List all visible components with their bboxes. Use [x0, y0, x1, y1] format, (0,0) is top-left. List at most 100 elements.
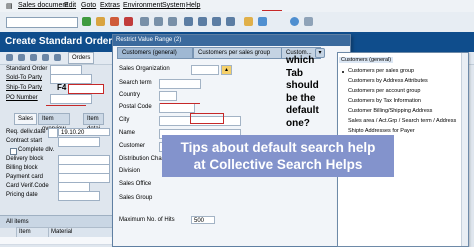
division-label: Division — [119, 168, 141, 174]
country-label: Country — [119, 92, 141, 98]
first-page-icon[interactable] — [184, 17, 193, 26]
req-deliv-date-field[interactable]: 19.10.20 — [58, 128, 110, 136]
tab-customers-general[interactable]: Customers (general) — [117, 47, 193, 59]
customer-label: Customer — [119, 143, 146, 149]
help-icon[interactable] — [290, 17, 299, 26]
orders-button[interactable]: Orders — [68, 52, 95, 64]
print-icon[interactable] — [140, 17, 149, 26]
menu-edit[interactable]: Edit — [64, 2, 76, 9]
search-term-label: Search term — [119, 80, 152, 86]
tab-item-detail[interactable]: Item detai — [83, 113, 105, 132]
banner-line-1: Tips about default search help — [180, 140, 376, 155]
sold-to-party-label: Sold-To Party — [6, 75, 43, 81]
tab-sales-label: Sales — [18, 116, 34, 122]
cancel-icon[interactable] — [124, 17, 133, 26]
multiple-selection-icon[interactable]: ▴ — [221, 65, 232, 75]
list-item[interactable]: Customers per account group — [348, 88, 420, 94]
save-icon[interactable] — [96, 17, 105, 26]
command-field[interactable] — [6, 17, 78, 28]
list-item[interactable]: Customers by Address Attributes — [348, 78, 428, 84]
postal-code-field[interactable] — [159, 103, 195, 113]
list-item[interactable]: Customers per sales group — [348, 68, 414, 74]
tips-banner: Tips about default search help at Collec… — [162, 135, 394, 177]
menu-environment[interactable]: Environment — [123, 2, 162, 9]
enter-icon[interactable] — [82, 17, 91, 26]
find-next-icon[interactable] — [168, 17, 177, 26]
sap-menu-icon[interactable]: ▤ — [6, 2, 13, 10]
question-line: one? — [286, 117, 310, 129]
question-line: should — [286, 80, 319, 91]
list-item[interactable]: Customers by Tax Information — [348, 98, 421, 104]
sales-office-label: Sales Office — [119, 181, 152, 187]
list-scrollbar[interactable] — [461, 53, 468, 246]
all-items-title: All items — [6, 219, 29, 225]
ship-to-party-field[interactable] — [68, 84, 104, 94]
complete-dlv-label: Complete dlv. — [18, 147, 55, 153]
overview-icon[interactable] — [6, 54, 13, 61]
create-session-icon[interactable] — [244, 17, 253, 26]
schedule-icon[interactable] — [42, 54, 49, 61]
max-hits-value: 500 — [194, 218, 205, 224]
orders-button-label: Orders — [72, 55, 91, 61]
menu-sales-document[interactable]: Sales document — [18, 2, 68, 9]
contract-start-label: Contract start — [6, 138, 43, 144]
standard-order-label: Standard Order — [6, 66, 48, 72]
banner-line-2: at Collective Search Helps — [193, 157, 363, 172]
search-term-field[interactable] — [159, 79, 201, 89]
shortcut-icon[interactable] — [258, 17, 267, 26]
pricing-date-label: Pricing date — [6, 192, 38, 198]
annotation-question: which Tab should be the default one? — [286, 55, 336, 130]
find-icon[interactable] — [154, 17, 163, 26]
header-icon[interactable] — [18, 54, 25, 61]
next-page-icon[interactable] — [212, 17, 221, 26]
pricing-date-field[interactable] — [58, 191, 100, 201]
delivery-block-label: Delivery block — [6, 156, 44, 162]
name-label: Name — [119, 130, 136, 136]
po-number-label: PO Number — [6, 95, 38, 101]
col-material-label: Material — [51, 229, 73, 235]
sales-org-field[interactable] — [191, 65, 219, 75]
city-label: City — [119, 117, 130, 123]
red-mark-toolbar — [262, 10, 282, 11]
complete-dlv-checkbox[interactable] — [10, 148, 17, 155]
sales-org-label: Sales Organization — [119, 66, 170, 72]
list-item[interactable]: Customer Billing/Shipping Address — [348, 108, 432, 114]
question-line: which — [286, 55, 315, 66]
selected-bullet — [342, 71, 344, 73]
max-hits-field[interactable]: 500 — [191, 216, 215, 224]
list-item[interactable]: Shipto Addresses for Payer — [348, 128, 415, 134]
tab-item-overview[interactable]: Item overview — [38, 113, 70, 132]
date-type-field[interactable] — [48, 128, 58, 138]
question-line: default — [286, 105, 319, 116]
back-icon[interactable] — [110, 17, 119, 26]
menu-extras[interactable]: Extras — [100, 2, 120, 9]
tab-sales[interactable]: Sales — [14, 113, 38, 125]
previous-page-icon[interactable] — [198, 17, 207, 26]
country-field[interactable] — [159, 91, 177, 101]
red-box-customer — [190, 113, 224, 124]
tab-customers-per-sales-group-label: Customers per sales group — [198, 50, 271, 56]
tab-customers-per-sales-group[interactable]: Customers per sales group — [193, 47, 285, 59]
menu-help[interactable]: Help — [186, 2, 200, 9]
table-row[interactable] — [0, 237, 130, 245]
last-page-icon[interactable] — [226, 17, 235, 26]
max-hits-label: Maximum No. of Hits — [119, 217, 175, 223]
doc-flow-icon[interactable] — [54, 54, 61, 61]
red-underline-city — [160, 103, 200, 104]
contract-start-field[interactable] — [58, 137, 100, 147]
list-item[interactable]: Customers (general) — [339, 57, 394, 63]
req-deliv-date-label: Req. deliv.date — [6, 129, 46, 135]
req-deliv-date-value: 19.10.20 — [61, 130, 85, 136]
menu-goto[interactable]: Goto — [81, 2, 96, 9]
dialog-title: Restrict Value Range (2) — [116, 37, 182, 43]
menu-system[interactable]: System — [162, 2, 185, 9]
sales-group-label: Sales Group — [119, 195, 153, 201]
po-number-field[interactable] — [50, 94, 92, 104]
item-icon[interactable] — [30, 54, 37, 61]
tab-customers-general-label: Customers (general) — [122, 50, 177, 56]
list-item[interactable]: Sales area / Act.Grp / Search term / Add… — [348, 118, 456, 124]
col-item-label: Item — [19, 229, 31, 235]
layout-menu-icon[interactable] — [304, 17, 313, 26]
ship-to-party-label: Ship-To Party — [6, 85, 43, 91]
dialog-title-bar: Restrict Value Range (2) — [113, 35, 350, 46]
